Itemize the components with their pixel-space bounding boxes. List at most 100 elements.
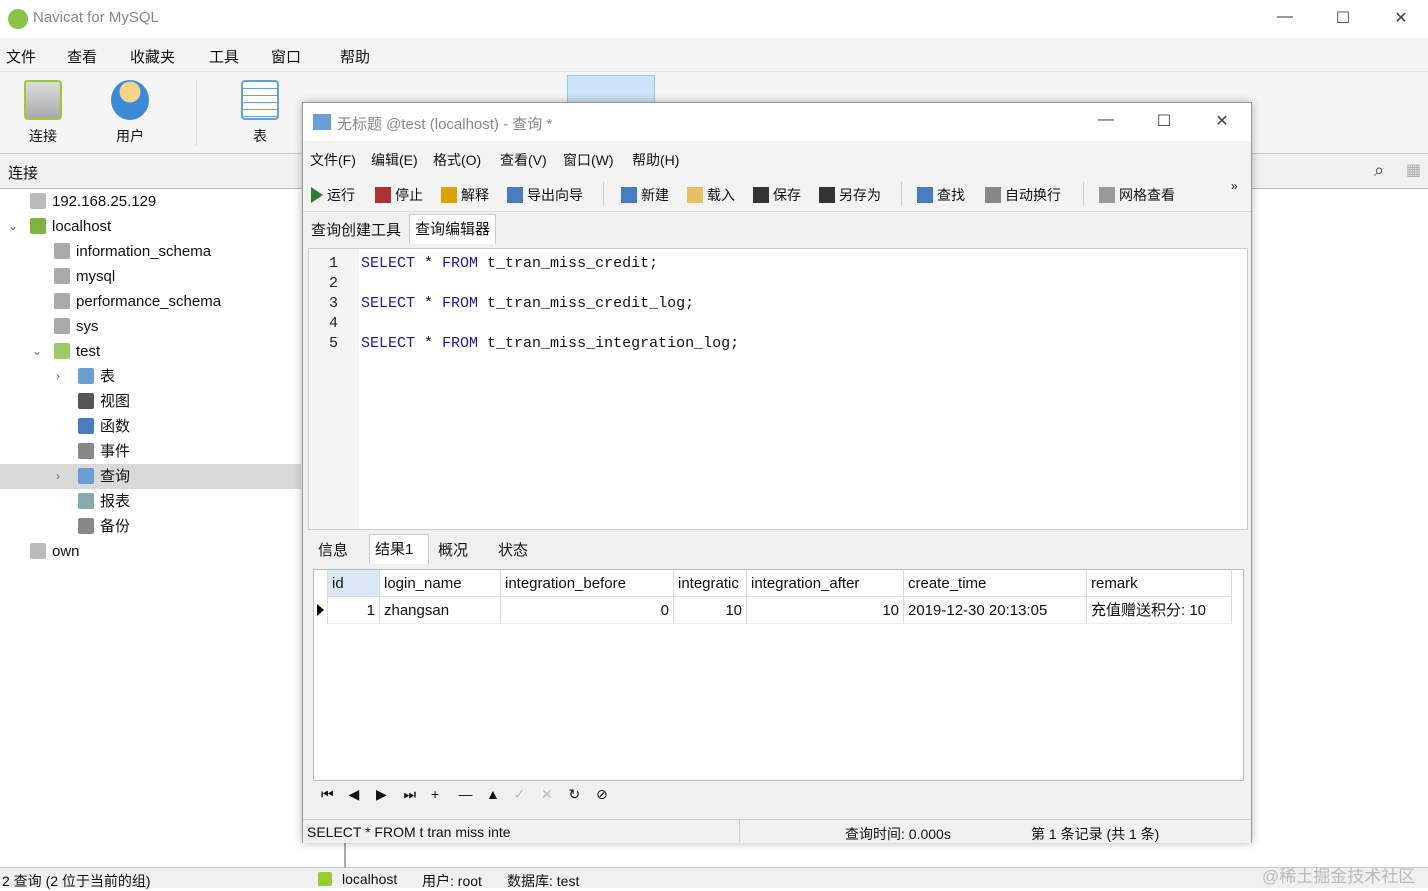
tree-item-label: 报表 (100, 493, 130, 510)
tree-node-icon (30, 193, 46, 209)
tree-item[interactable]: 备份 (0, 514, 301, 539)
explain-button[interactable]: 解释 (441, 185, 489, 205)
splitter (344, 843, 346, 868)
user-button[interactable]: 用户 (95, 76, 165, 150)
query-minimize-button[interactable]: — (1091, 111, 1121, 133)
menu-tools[interactable]: 工具 (209, 46, 239, 67)
nav-last-button[interactable]: ⏭ (404, 786, 417, 803)
query-menu-view[interactable]: 查看(V) (500, 150, 547, 170)
tree-item[interactable]: own (0, 539, 301, 564)
search-button[interactable]: 查找 (917, 185, 965, 205)
sql-editor[interactable]: 12345 SELECT * FROM t_tran_miss_credit;S… (308, 248, 1248, 530)
menu-help[interactable]: 帮助 (340, 46, 370, 67)
nav-stop-button[interactable]: ⊘ (596, 786, 608, 803)
menu-window[interactable]: 窗口 (271, 46, 301, 67)
nav-add-button[interactable]: + (431, 786, 439, 802)
export-button[interactable]: 导出向导 (507, 185, 583, 205)
query-menu-bar: 文件(F) 编辑(E) 格式(O) 查看(V) 窗口(W) 帮助(H) (303, 141, 1251, 177)
table-cell[interactable]: 0 (501, 597, 674, 624)
tree-item[interactable]: ⌄localhost (0, 214, 301, 239)
table-cell[interactable]: 10 (747, 597, 904, 624)
tab-overview[interactable]: 概况 (433, 536, 473, 566)
expand-arrow-icon[interactable]: ⌄ (32, 339, 42, 364)
tab-info[interactable]: 信息 (313, 536, 353, 566)
new-button[interactable]: 新建 (621, 185, 669, 205)
close-button[interactable]: ✕ (1386, 8, 1416, 30)
tree-item[interactable]: 事件 (0, 439, 301, 464)
menu-favorites[interactable]: 收藏夹 (130, 46, 175, 67)
tree-item[interactable]: 函数 (0, 414, 301, 439)
query-menu-edit[interactable]: 编辑(E) (371, 150, 418, 170)
nav-refresh-button[interactable]: ↻ (569, 786, 581, 803)
table-cell[interactable]: 1 (328, 597, 380, 624)
tab-status[interactable]: 状态 (493, 536, 533, 566)
tab-query-builder[interactable]: 查询创建工具 (306, 216, 406, 246)
nav-first-button[interactable]: ⏮ (321, 786, 334, 803)
tree-item[interactable]: performance_schema (0, 289, 301, 314)
column-header[interactable]: integration_after (747, 570, 904, 597)
column-header[interactable]: integratic (674, 570, 747, 597)
tree-item[interactable]: ›查询 (0, 464, 301, 489)
query-menu-format[interactable]: 格式(O) (433, 150, 481, 170)
status-query-time: 查询时间: 0.000s (845, 824, 951, 844)
nav-apply-button[interactable]: ✓ (514, 786, 526, 803)
nav-discard-button[interactable]: ✕ (541, 786, 553, 803)
tree-item[interactable]: information_schema (0, 239, 301, 264)
tree-item-label: information_schema (76, 243, 211, 260)
column-header[interactable]: create_time (904, 570, 1087, 597)
tree-item[interactable]: ⌄test (0, 339, 301, 364)
query-title: 无标题 @test (localhost) - 查询 * (337, 113, 552, 134)
query-menu-file[interactable]: 文件(F) (310, 150, 356, 170)
query-maximize-button[interactable]: ☐ (1149, 111, 1179, 133)
grid-label: 网格查看 (1119, 187, 1175, 203)
tree-item[interactable]: sys (0, 314, 301, 339)
tree-item[interactable]: mysql (0, 264, 301, 289)
table-cell[interactable]: 充值赠送积分: 10 (1087, 597, 1232, 624)
expand-arrow-icon[interactable]: ⌄ (8, 214, 18, 239)
table-cell[interactable]: 2019-12-30 20:13:05 (904, 597, 1087, 624)
query-menu-help[interactable]: 帮助(H) (632, 150, 679, 170)
tree-node-icon (54, 243, 70, 259)
play-button[interactable]: 运行 (311, 185, 355, 205)
wrap-button[interactable]: 自动换行 (985, 185, 1061, 205)
nav-up-button[interactable]: ▲ (486, 786, 500, 802)
table-cell[interactable]: 10 (674, 597, 747, 624)
save-button[interactable]: 保存 (753, 185, 801, 205)
nav-prev-button[interactable]: ◀ (349, 786, 360, 803)
column-header[interactable]: integration_before (501, 570, 674, 597)
menu-view[interactable]: 查看 (67, 46, 97, 67)
column-header[interactable]: login_name (380, 570, 501, 597)
folder-icon (687, 187, 703, 203)
connect-button[interactable]: 连接 (8, 76, 78, 150)
maximize-button[interactable]: ☐ (1328, 8, 1358, 30)
grid-navigation-bar: ⏮ ◀ ▶ ⏭ + — ▲ ✓ ✕ ↻ ⊘ (313, 783, 1244, 809)
column-header[interactable]: id (328, 570, 380, 597)
search-icon[interactable]: ⌕ (1374, 160, 1384, 181)
tree-node-icon (54, 293, 70, 309)
expand-arrow-icon[interactable]: › (56, 464, 60, 489)
tab-result1[interactable]: 结果1 (369, 534, 429, 564)
save-as-button[interactable]: 另存为 (819, 185, 881, 205)
more-icon[interactable]: » (1231, 179, 1238, 193)
nav-next-button[interactable]: ▶ (376, 786, 387, 803)
table-cell[interactable]: zhangsan (380, 597, 501, 624)
query-toolbar-button[interactable] (567, 75, 655, 105)
menu-file[interactable]: 文件 (6, 46, 36, 67)
stop-button[interactable]: 停止 (375, 185, 423, 205)
minimize-button[interactable]: — (1270, 8, 1300, 30)
grid-view-icon[interactable]: ▦ (1406, 160, 1421, 180)
tree-item[interactable]: 192.168.25.129 (0, 189, 301, 214)
query-menu-window[interactable]: 窗口(W) (563, 150, 614, 170)
expand-arrow-icon[interactable]: › (56, 364, 60, 389)
folder-button[interactable]: 载入 (687, 185, 735, 205)
query-close-button[interactable]: ✕ (1207, 111, 1237, 133)
table-button[interactable]: 表 (225, 76, 295, 150)
tree-item[interactable]: 报表 (0, 489, 301, 514)
tree-item[interactable]: 视图 (0, 389, 301, 414)
result-grid[interactable]: idlogin_nameintegration_beforeintegratic… (313, 569, 1244, 781)
tree-item[interactable]: ›表 (0, 364, 301, 389)
grid-button[interactable]: 网格查看 (1099, 185, 1175, 205)
tab-query-editor[interactable]: 查询编辑器 (409, 214, 496, 244)
column-header[interactable]: remark (1087, 570, 1232, 597)
nav-delete-button[interactable]: — (459, 786, 473, 802)
